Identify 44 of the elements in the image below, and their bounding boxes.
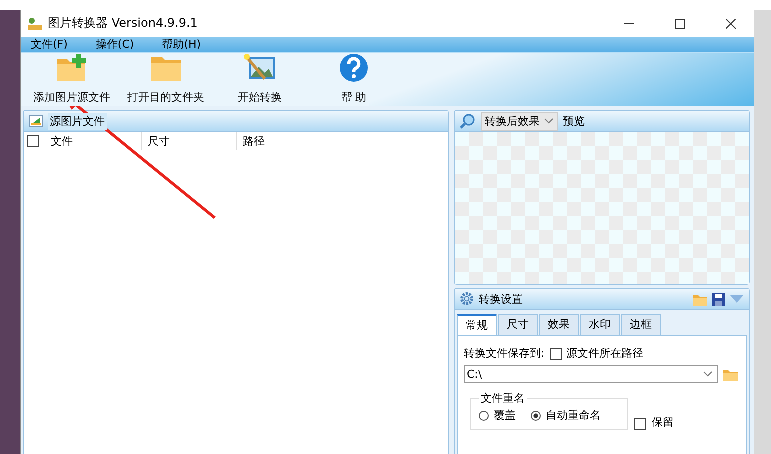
close-icon (726, 18, 736, 28)
magnifier-icon (460, 113, 476, 129)
folder-add-icon (55, 53, 89, 83)
help-icon (339, 53, 369, 83)
column-header[interactable]: 文件 (39, 132, 142, 150)
radio-button[interactable] (479, 410, 489, 420)
radio-label: 自动重命名 (546, 408, 601, 423)
image-icon (29, 115, 43, 127)
maximize-icon (675, 18, 685, 28)
tab[interactable]: 尺寸 (498, 314, 538, 335)
radio-button[interactable] (531, 410, 541, 420)
tab[interactable]: 边框 (621, 314, 661, 335)
toolbar-button[interactable]: 开始转换 (213, 53, 307, 106)
toolbar-button[interactable]: 帮 助 (307, 53, 401, 106)
chevron-down-icon (703, 371, 713, 377)
panel-title: 转换设置 (479, 292, 523, 306)
group-title: 文件重名 (480, 391, 526, 406)
checkbox[interactable] (550, 348, 562, 360)
column-header[interactable]: 路径 (237, 132, 393, 150)
window-title: 图片转换器 Version4.9.9.1 (48, 15, 198, 32)
field-label: 转换文件保存到: (464, 346, 545, 361)
menu-item[interactable]: 帮助(H) (162, 37, 202, 52)
radio-label: 覆盖 (494, 408, 516, 423)
save-icon[interactable] (712, 292, 725, 306)
checkbox-label: 源文件所在路径 (566, 346, 644, 361)
toolbar-button[interactable]: 添加图片源文件 (25, 53, 119, 106)
menu-item[interactable]: 操作(C) (96, 37, 134, 52)
column-header[interactable]: 尺寸 (142, 132, 237, 150)
chevron-down-icon (544, 118, 554, 124)
path-dropdown[interactable]: C:\ (464, 365, 718, 383)
panel-title: 源图片文件 (48, 112, 107, 130)
picture-wand-icon (243, 53, 277, 83)
checkbox[interactable] (634, 418, 646, 430)
tab[interactable]: 水印 (580, 314, 620, 335)
gear-icon (460, 292, 474, 306)
app-icon (27, 16, 43, 30)
tab[interactable]: 常规 (457, 314, 497, 335)
toolbar-button[interactable]: 打开目的文件夹 (119, 53, 213, 106)
checkbox-label: 保留 (652, 415, 674, 430)
menu-item[interactable]: 文件(F) (31, 37, 68, 52)
select-all-checkbox[interactable] (27, 135, 39, 147)
tab[interactable]: 效果 (539, 314, 579, 335)
panel-title: 预览 (563, 114, 585, 128)
preview-mode-dropdown[interactable]: 转换后效果 (481, 112, 558, 130)
